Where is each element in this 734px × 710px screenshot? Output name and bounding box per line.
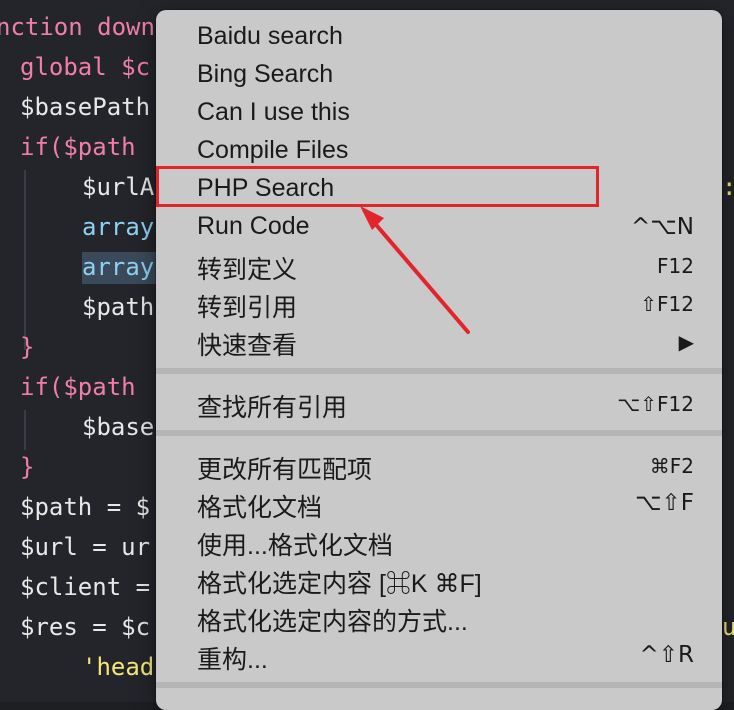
annotation-arrow-icon <box>360 206 470 334</box>
